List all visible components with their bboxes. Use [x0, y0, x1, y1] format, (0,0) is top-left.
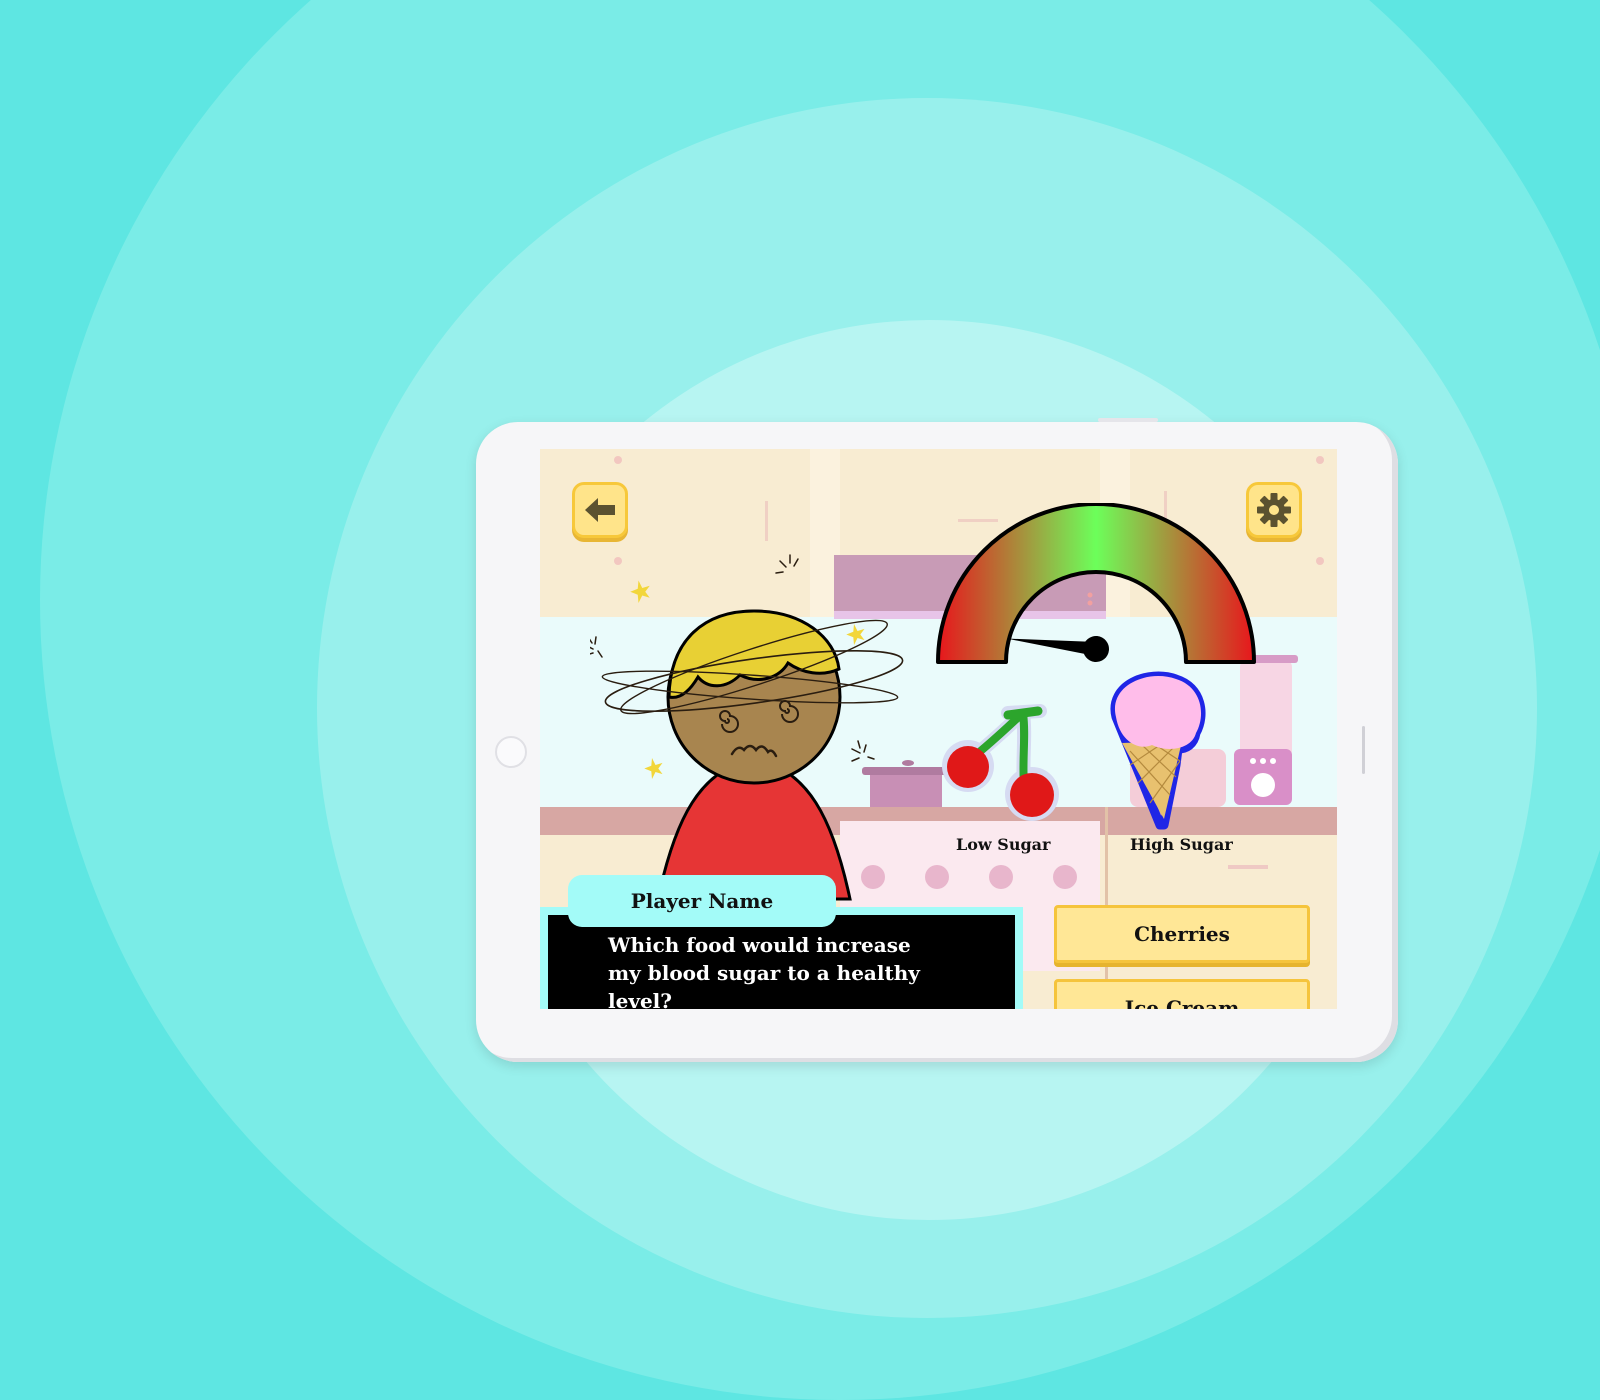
high-sugar-label: High Sugar: [1130, 835, 1233, 854]
dizzy-character: [590, 554, 904, 901]
question-dialog-body: Which food would increase my blood sugar…: [548, 915, 1015, 1009]
cherries-icon: [942, 704, 1059, 821]
tablet-camera: [1098, 418, 1158, 422]
low-sugar-label: Low Sugar: [956, 835, 1051, 854]
arrow-left-icon: [585, 498, 615, 522]
ice-cream-icon: [1110, 671, 1206, 830]
tablet-home-button: [495, 736, 527, 768]
player-name-tab: Player Name: [568, 875, 836, 927]
game-screen: Low Sugar High Sugar Which food would in…: [540, 449, 1337, 1009]
answer-button-cherries[interactable]: Cherries: [1054, 905, 1310, 963]
blood-sugar-gauge: [936, 503, 1256, 664]
answer-button-ice-cream[interactable]: Ice Cream: [1054, 979, 1310, 1009]
back-button[interactable]: [572, 482, 628, 538]
tablet-side-button: [1362, 726, 1365, 774]
gauge-needle: [1006, 636, 1109, 662]
question-text: Which food would increase my blood sugar…: [608, 933, 920, 1009]
